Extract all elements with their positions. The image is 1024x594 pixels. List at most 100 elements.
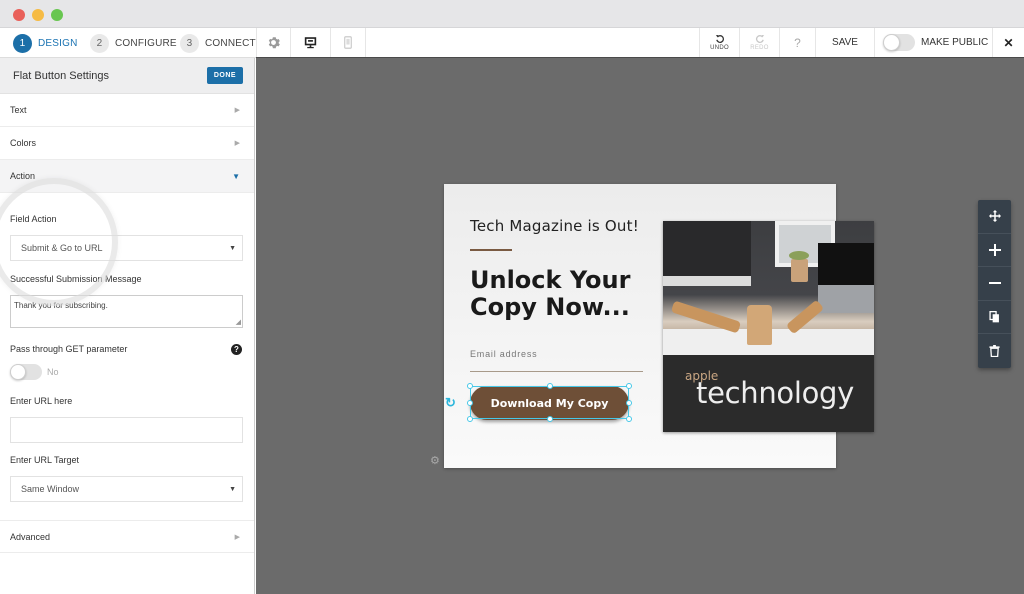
delete-icon: [989, 345, 1000, 358]
window-minimize-control[interactable]: [32, 9, 44, 21]
step-configure[interactable]: 2 CONFIGURE: [90, 33, 177, 53]
chevron-right-icon: ▶: [234, 140, 240, 147]
gear-icon: [268, 37, 280, 49]
remove-button[interactable]: [978, 267, 1011, 301]
undo-icon: [715, 35, 724, 44]
download-button[interactable]: Download My Copy: [470, 386, 629, 420]
sidebar-header: Flat Button Settings DONE: [0, 58, 254, 94]
success-message-textarea[interactable]: Thank you for subscribing. ◢: [10, 295, 243, 328]
toggle-knob: [10, 364, 26, 380]
help-icon: ?: [794, 35, 801, 50]
desktop-view-button[interactable]: [290, 28, 330, 57]
section-action[interactable]: Action ▼: [0, 160, 254, 193]
redo-button[interactable]: REDO: [739, 28, 779, 57]
save-button[interactable]: SAVE: [815, 28, 874, 57]
url-label: Enter URL here: [10, 396, 73, 406]
rotate-icon[interactable]: ↻: [445, 395, 456, 411]
magazine-cover-image[interactable]: apple technology: [663, 221, 874, 432]
step-design[interactable]: 1 DESIGN: [13, 33, 78, 53]
laptop-shape: [818, 243, 874, 313]
lamp-shape: [747, 305, 772, 345]
resize-handle[interactable]: [626, 383, 632, 389]
undo-label: UNDO: [710, 45, 729, 51]
resize-grip-icon[interactable]: ◢: [236, 318, 241, 326]
section-label: Text: [10, 105, 27, 115]
cover-photo: [663, 221, 874, 355]
help-button[interactable]: ?: [779, 28, 815, 57]
add-icon: [988, 243, 1001, 256]
redo-icon: [755, 35, 764, 44]
desktop-icon: [304, 37, 317, 49]
caret-down-icon: ▼: [229, 485, 236, 493]
delete-button[interactable]: [978, 334, 1011, 368]
sidebar-title: Flat Button Settings: [13, 69, 109, 82]
step-label: CONNECT: [205, 37, 256, 49]
field-action-select[interactable]: Submit & Go to URL ▼: [10, 235, 243, 261]
save-label: SAVE: [832, 37, 858, 48]
duplicate-button[interactable]: [978, 301, 1011, 335]
window-close-control[interactable]: [13, 9, 25, 21]
email-field[interactable]: Email address: [470, 347, 643, 372]
mobile-view-button[interactable]: [330, 28, 366, 57]
card-eyebrow-text[interactable]: Tech Magazine is Out!: [470, 217, 639, 235]
done-button[interactable]: DONE: [207, 67, 243, 84]
card-divider: [470, 249, 512, 251]
settings-sidebar: Flat Button Settings DONE Text ▶ Colors …: [0, 58, 255, 594]
select-value: Submit & Go to URL: [21, 243, 103, 253]
url-target-label: Enter URL Target: [10, 455, 80, 465]
field-action-label: Field Action: [10, 214, 57, 224]
move-button[interactable]: [978, 200, 1011, 234]
success-message-label: Successful Submission Message: [10, 274, 142, 284]
editor-toolbar: 1 DESIGN 2 CONFIGURE 3 CONNECT UNDO REDO…: [0, 28, 1024, 58]
get-parameter-label: Pass through GET parameter: [10, 344, 128, 354]
help-icon[interactable]: ?: [231, 344, 242, 355]
resize-handle[interactable]: [467, 416, 473, 422]
close-icon: ✕: [1003, 35, 1014, 50]
section-colors[interactable]: Colors ▶: [0, 127, 254, 160]
section-label: Action: [10, 171, 36, 181]
caret-down-icon: ▼: [229, 244, 236, 252]
url-input[interactable]: [10, 417, 243, 443]
duplicate-icon: [989, 311, 999, 323]
remove-icon: [988, 282, 1001, 285]
close-editor-button[interactable]: ✕: [992, 28, 1024, 57]
step-number: 1: [13, 33, 32, 53]
make-public-toggle[interactable]: MAKE PUBLIC: [874, 28, 992, 57]
card-headline[interactable]: Unlock Your Copy Now...: [470, 267, 630, 321]
select-value: Same Window: [21, 484, 80, 494]
step-label: DESIGN: [38, 37, 78, 49]
resize-handle[interactable]: [467, 383, 473, 389]
move-icon: [988, 210, 1001, 223]
undo-button[interactable]: UNDO: [699, 28, 739, 57]
chevron-down-icon: ▼: [232, 171, 240, 181]
section-label: Advanced: [10, 531, 51, 542]
redo-label: REDO: [750, 45, 769, 51]
plant-shape: [789, 251, 809, 282]
url-target-select[interactable]: Same Window ▼: [10, 476, 243, 502]
step-connect[interactable]: 3 CONNECT: [180, 33, 256, 53]
window-maximize-control[interactable]: [51, 9, 63, 21]
card-settings-gear-icon[interactable]: ⚙: [430, 454, 440, 467]
design-canvas[interactable]: Tech Magazine is Out! Unlock Your Copy N…: [256, 58, 1024, 594]
section-advanced[interactable]: Advanced ▶: [0, 520, 254, 553]
step-number: 3: [180, 33, 199, 53]
toggle-knob: [883, 34, 900, 51]
add-button[interactable]: [978, 234, 1011, 268]
headline-line: Unlock Your: [470, 266, 631, 294]
make-public-label: MAKE PUBLIC: [921, 37, 989, 48]
make-public-switch[interactable]: [883, 34, 915, 51]
step-number: 2: [90, 33, 109, 53]
chevron-right-icon: ▶: [234, 533, 240, 541]
optin-card[interactable]: Tech Magazine is Out! Unlock Your Copy N…: [444, 184, 874, 468]
textarea-value: Thank you for subscribing.: [14, 301, 108, 310]
window-titlebar: [0, 0, 1024, 28]
get-parameter-toggle[interactable]: [10, 364, 42, 380]
resize-handle[interactable]: [626, 416, 632, 422]
step-label: CONFIGURE: [115, 37, 177, 49]
element-toolbar: [978, 200, 1011, 368]
email-placeholder: Email address: [470, 349, 538, 359]
section-text[interactable]: Text ▶: [0, 94, 254, 127]
section-label: Colors: [10, 138, 37, 148]
settings-button[interactable]: [256, 28, 290, 57]
mobile-icon: [344, 36, 352, 49]
